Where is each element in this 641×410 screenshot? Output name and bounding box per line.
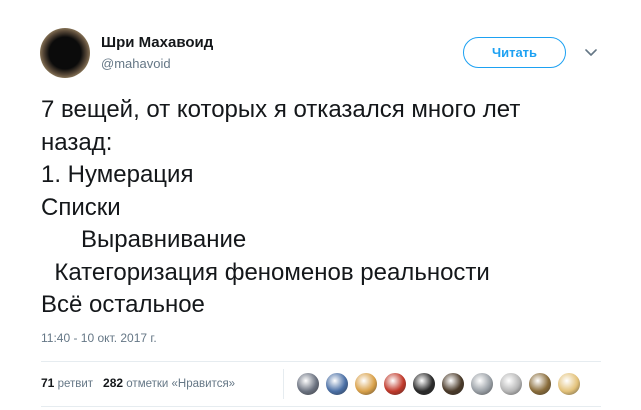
tweet-text-line: Списки	[41, 193, 121, 221]
follow-button[interactable]: Читать	[463, 37, 566, 68]
avatar-5-icon[interactable]	[412, 372, 436, 396]
avatar-6-icon[interactable]	[441, 372, 465, 396]
stats-separator	[283, 369, 284, 399]
tweet-text-line: 1. Нумерация	[41, 161, 194, 188]
likes-stat[interactable]: 282 отметки «Нравится»	[103, 376, 236, 390]
likes-count: 282	[103, 376, 124, 390]
tweet-card: Шри Махавоид @mahavoid Читать 7 вещей, о…	[0, 0, 641, 410]
author-avatar[interactable]	[40, 28, 90, 78]
tweet-stats: 71 ретвит 282 отметки «Нравится»	[41, 376, 235, 390]
avatar-1-icon[interactable]	[296, 372, 320, 396]
avatar-4-icon[interactable]	[383, 372, 407, 396]
tweet-text-line: Всё остальное	[41, 291, 205, 318]
chevron-down-icon[interactable]	[584, 46, 598, 60]
retweets-label: ретвит	[57, 378, 94, 390]
avatar-8-icon[interactable]	[499, 372, 523, 396]
tweet-timestamp[interactable]: 11:40 - 10 окт. 2017 г.	[41, 331, 157, 345]
likes-label: отметки «Нравится»	[126, 378, 236, 390]
retweets-stat[interactable]: 71 ретвит	[41, 376, 94, 390]
tweet-text-line: Категоризация феноменов реальности	[41, 258, 490, 286]
divider	[41, 406, 601, 407]
tweet-text-line: Выравнивание	[41, 226, 247, 253]
avatar-9-icon[interactable]	[528, 372, 552, 396]
tweet-text-line: 7 вещей, от которых я отказался много ле…	[41, 96, 521, 123]
avatar-2-icon[interactable]	[325, 372, 349, 396]
avatar-3-icon[interactable]	[354, 372, 378, 396]
divider	[41, 361, 601, 362]
retweets-count: 71	[41, 376, 55, 390]
tweet-text-line: назад:	[41, 128, 113, 156]
tweet-text: 7 вещей, от которых я отказался много ле…	[41, 94, 621, 322]
author-name[interactable]: Шри Махавоид	[101, 34, 213, 51]
avatar-10-icon[interactable]	[557, 372, 581, 396]
avatar-7-icon[interactable]	[470, 372, 494, 396]
author-handle[interactable]: @mahavoid	[101, 56, 171, 71]
